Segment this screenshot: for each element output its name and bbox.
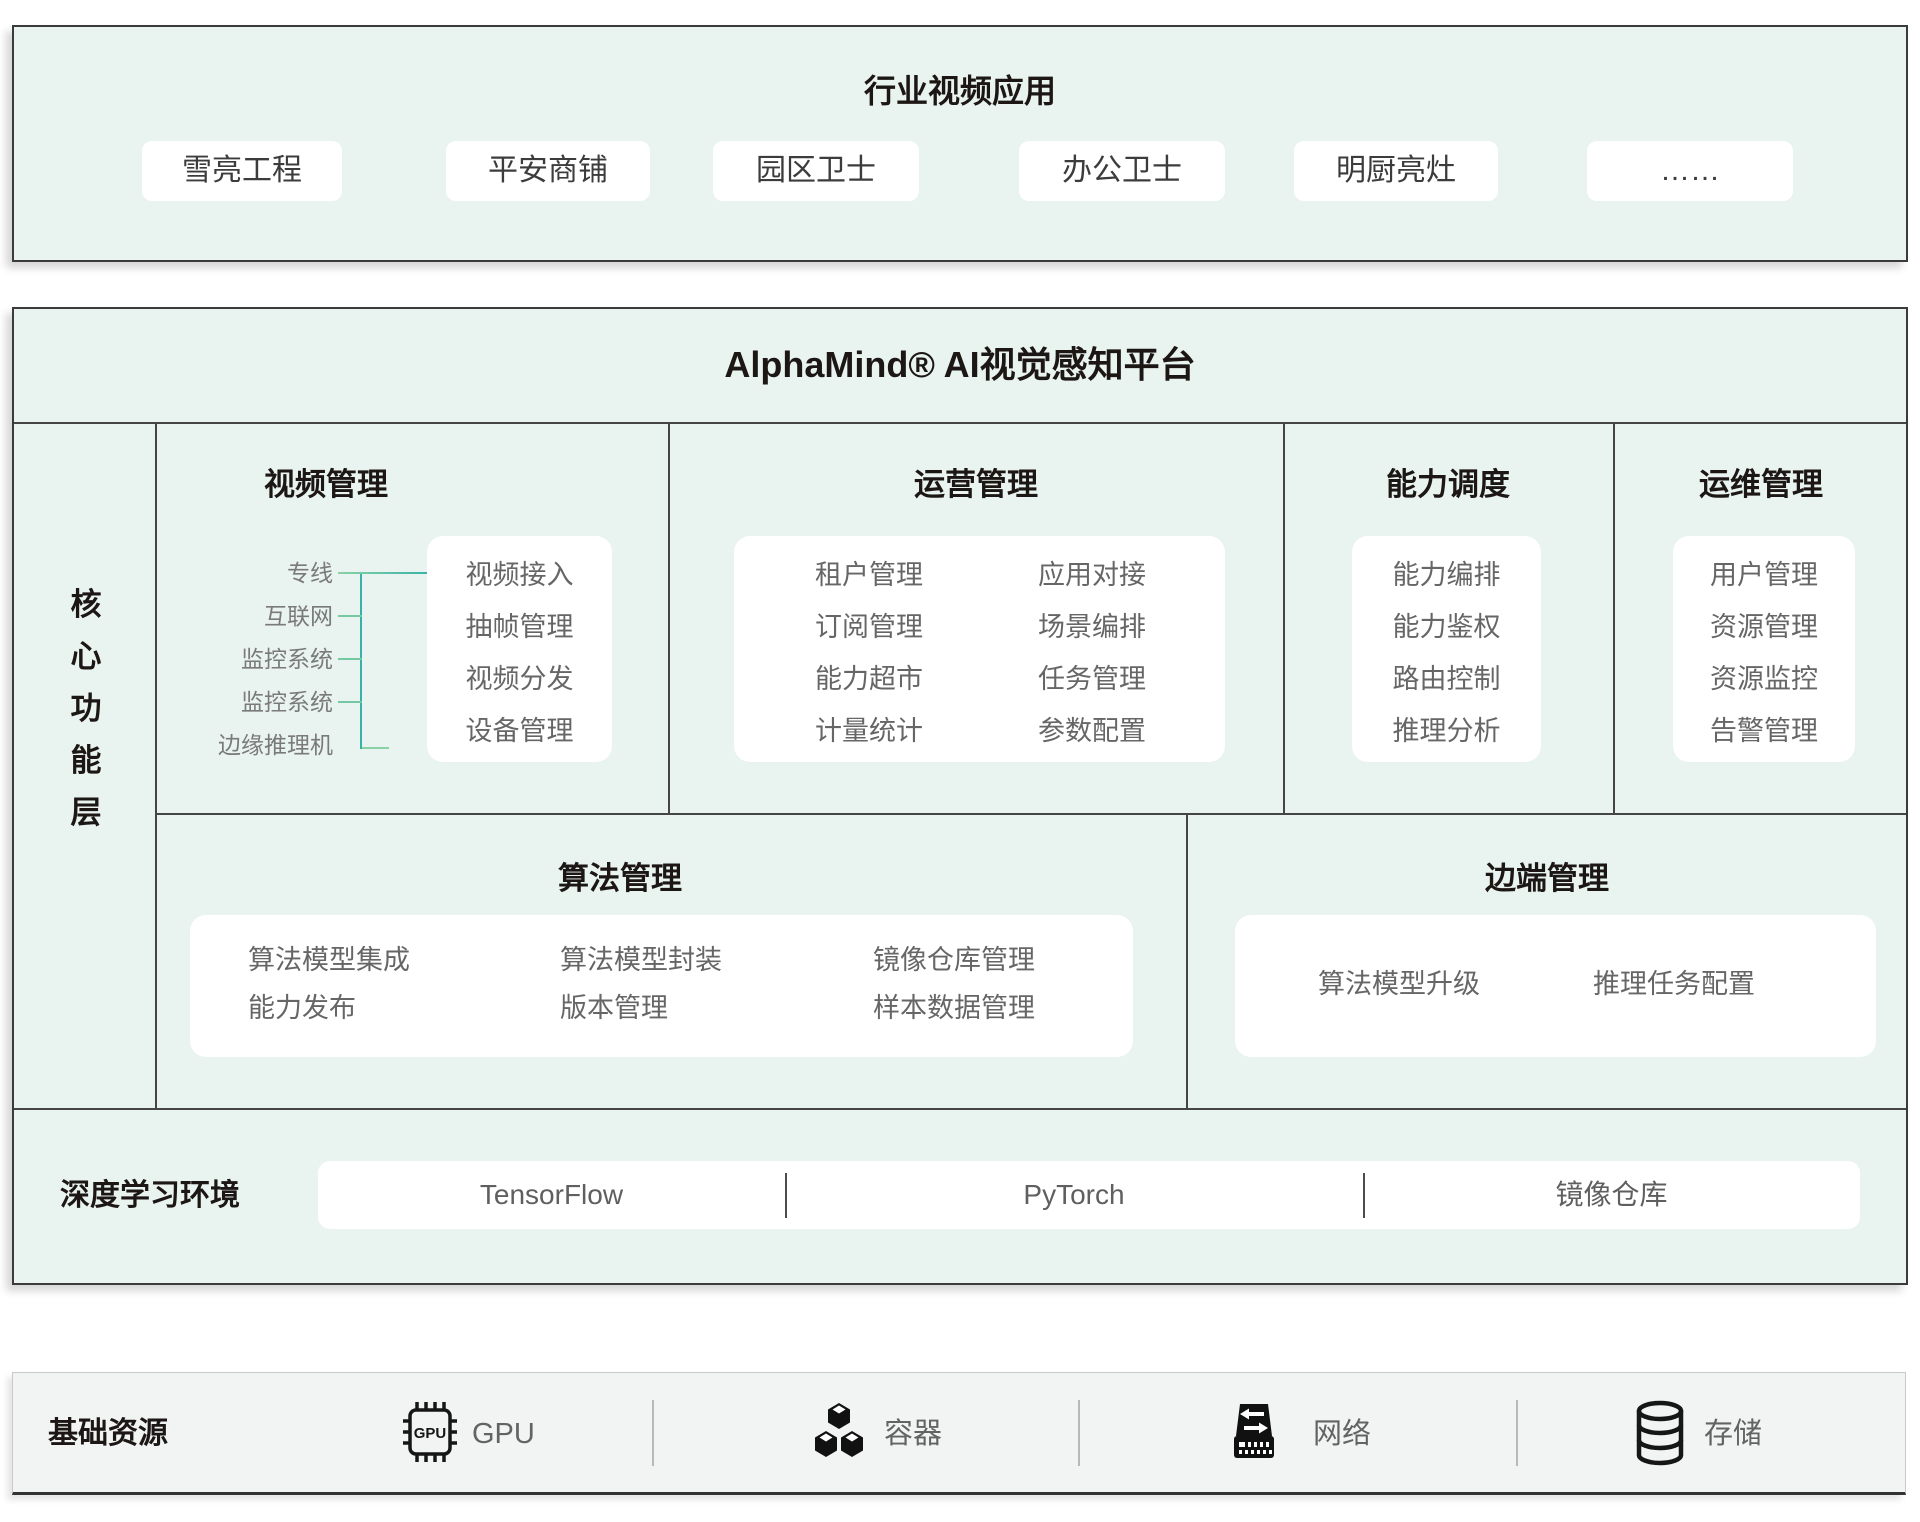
operation-item: 任务管理	[1000, 664, 1184, 694]
industry-band-title: 行业视频应用	[14, 71, 1906, 111]
operation-item: 场景编排	[1000, 612, 1184, 642]
architecture-diagram: 行业视频应用 雪亮工程 平安商铺 园区卫士 办公卫士 明厨亮灶 …… Alpha…	[0, 0, 1920, 1522]
column-divider-3	[1613, 422, 1615, 815]
edge-item: 算法模型升级	[1318, 969, 1480, 999]
video-source-edge: 边缘推理机	[150, 731, 333, 759]
algorithm-item: 能力发布	[248, 993, 356, 1023]
edge-item: 推理任务配置	[1593, 969, 1755, 999]
storage-icon	[1630, 1398, 1690, 1473]
edge-mgmt-title: 边端管理	[1447, 862, 1647, 896]
infrastructure-band: 基础资源 GPU GPU	[12, 1372, 1906, 1495]
video-source-monitor1: 监控系统	[150, 645, 333, 673]
core-layer-char: 功	[41, 683, 131, 735]
connector-branch	[362, 747, 389, 749]
connector-branch	[338, 701, 362, 703]
operation-item: 能力超市	[779, 664, 959, 694]
column-divider-2	[1283, 422, 1285, 815]
core-layer-char: 心	[41, 631, 131, 683]
gpu-label: GPU	[472, 1417, 535, 1451]
ops-item: 告警管理	[1673, 716, 1855, 746]
platform-band: AlphaMind® AI视觉感知平台 核 心 功 能 层 视频管理 运营管理 …	[12, 307, 1908, 1285]
column-divider-1	[668, 422, 670, 815]
ops-item: 资源管理	[1673, 612, 1855, 642]
infra-separator	[1078, 1400, 1080, 1466]
algorithm-mgmt-box: 算法模型集成 能力发布 算法模型封装 版本管理 镜像仓库管理 样本数据管理	[190, 915, 1133, 1057]
app-chip-xueliang: 雪亮工程	[142, 141, 342, 201]
container-label: 容器	[884, 1417, 942, 1451]
gpu-icon: GPU	[397, 1399, 463, 1470]
ops-mgmt-title: 运维管理	[1661, 468, 1861, 502]
connector-trunk-line	[360, 572, 362, 749]
dl-env-separator	[1363, 1173, 1365, 1218]
infrastructure-label: 基础资源	[48, 1417, 168, 1451]
algorithm-item: 算法模型封装	[560, 945, 722, 975]
video-source-internet: 互联网	[150, 602, 333, 630]
operation-item: 租户管理	[779, 560, 959, 590]
video-mgmt-item: 视频接入	[427, 560, 612, 590]
edge-mgmt-box: 算法模型升级 推理任务配置	[1235, 915, 1876, 1057]
industry-apps-band: 行业视频应用 雪亮工程 平安商铺 园区卫士 办公卫士 明厨亮灶 ……	[12, 25, 1908, 262]
algorithm-item: 版本管理	[560, 993, 668, 1023]
dl-env-item: PyTorch	[785, 1161, 1363, 1229]
video-mgmt-item: 抽帧管理	[427, 612, 612, 642]
operation-mgmt-box: 租户管理 订阅管理 能力超市 计量统计 应用对接 场景编排 任务管理 参数配置	[734, 536, 1225, 762]
app-chip-ellipsis: ……	[1587, 141, 1793, 201]
app-chip-bangong: 办公卫士	[1019, 141, 1225, 201]
infra-separator	[1516, 1400, 1518, 1466]
operation-item: 参数配置	[1000, 716, 1184, 746]
core-layer-char: 能	[41, 735, 131, 787]
core-layer-char: 层	[41, 787, 131, 839]
operation-col-1: 租户管理 订阅管理 能力超市 计量统计	[779, 536, 959, 762]
algorithm-item: 镜像仓库管理	[873, 945, 1035, 975]
core-layer-char: 核	[41, 579, 131, 631]
operation-item: 订阅管理	[779, 612, 959, 642]
ops-item: 资源监控	[1673, 664, 1855, 694]
connector-branch	[338, 658, 362, 660]
dl-env-item: 镜像仓库	[1363, 1161, 1860, 1229]
app-chip-mingchu: 明厨亮灶	[1294, 141, 1498, 201]
connector-branch	[338, 615, 362, 617]
connector-branch	[338, 572, 429, 574]
gpu-chip-text: GPU	[414, 1425, 447, 1442]
dl-env-bar: TensorFlow PyTorch 镜像仓库	[318, 1161, 1860, 1229]
operation-item: 应用对接	[1000, 560, 1184, 590]
capability-sched-title: 能力调度	[1348, 468, 1548, 502]
network-icon	[1222, 1402, 1286, 1467]
video-mgmt-box: 视频接入 抽帧管理 视频分发 设备管理	[427, 536, 612, 762]
video-mgmt-item: 视频分发	[427, 664, 612, 694]
algorithm-mgmt-title: 算法管理	[520, 862, 720, 896]
infra-separator	[652, 1400, 654, 1466]
capability-item: 推理分析	[1352, 716, 1541, 746]
app-chip-yuanqu: 园区卫士	[713, 141, 919, 201]
operation-item: 计量统计	[779, 716, 959, 746]
ops-item: 用户管理	[1673, 560, 1855, 590]
video-mgmt-title: 视频管理	[226, 468, 426, 502]
row-divider-1	[155, 813, 1906, 815]
core-layer-divider	[155, 422, 157, 1110]
capability-sched-box: 能力编排 能力鉴权 路由控制 推理分析	[1352, 536, 1541, 762]
header-divider	[14, 422, 1906, 424]
row-divider-2	[14, 1108, 1906, 1110]
operation-col-2: 应用对接 场景编排 任务管理 参数配置	[1000, 536, 1184, 762]
capability-item: 路由控制	[1352, 664, 1541, 694]
video-source-line: 专线	[150, 559, 333, 587]
network-label: 网络	[1313, 1417, 1371, 1451]
video-source-monitor2: 监控系统	[150, 688, 333, 716]
video-mgmt-item: 设备管理	[427, 716, 612, 746]
operation-mgmt-title: 运营管理	[876, 468, 1076, 502]
app-chip-pingan: 平安商铺	[446, 141, 650, 201]
dl-env-item: TensorFlow	[318, 1161, 785, 1229]
container-icon	[810, 1401, 868, 1468]
core-layer-label: 核 心 功 能 层	[41, 579, 131, 839]
capability-item: 能力鉴权	[1352, 612, 1541, 642]
ops-mgmt-box: 用户管理 资源管理 资源监控 告警管理	[1673, 536, 1855, 762]
capability-item: 能力编排	[1352, 560, 1541, 590]
algorithm-edge-divider	[1186, 813, 1188, 1110]
platform-title: AlphaMind® AI视觉感知平台	[14, 343, 1906, 387]
dl-env-separator	[785, 1173, 787, 1218]
dl-env-label: 深度学习环境	[60, 1179, 240, 1213]
algorithm-item: 样本数据管理	[873, 993, 1035, 1023]
storage-label: 存储	[1704, 1417, 1762, 1451]
algorithm-item: 算法模型集成	[248, 945, 410, 975]
